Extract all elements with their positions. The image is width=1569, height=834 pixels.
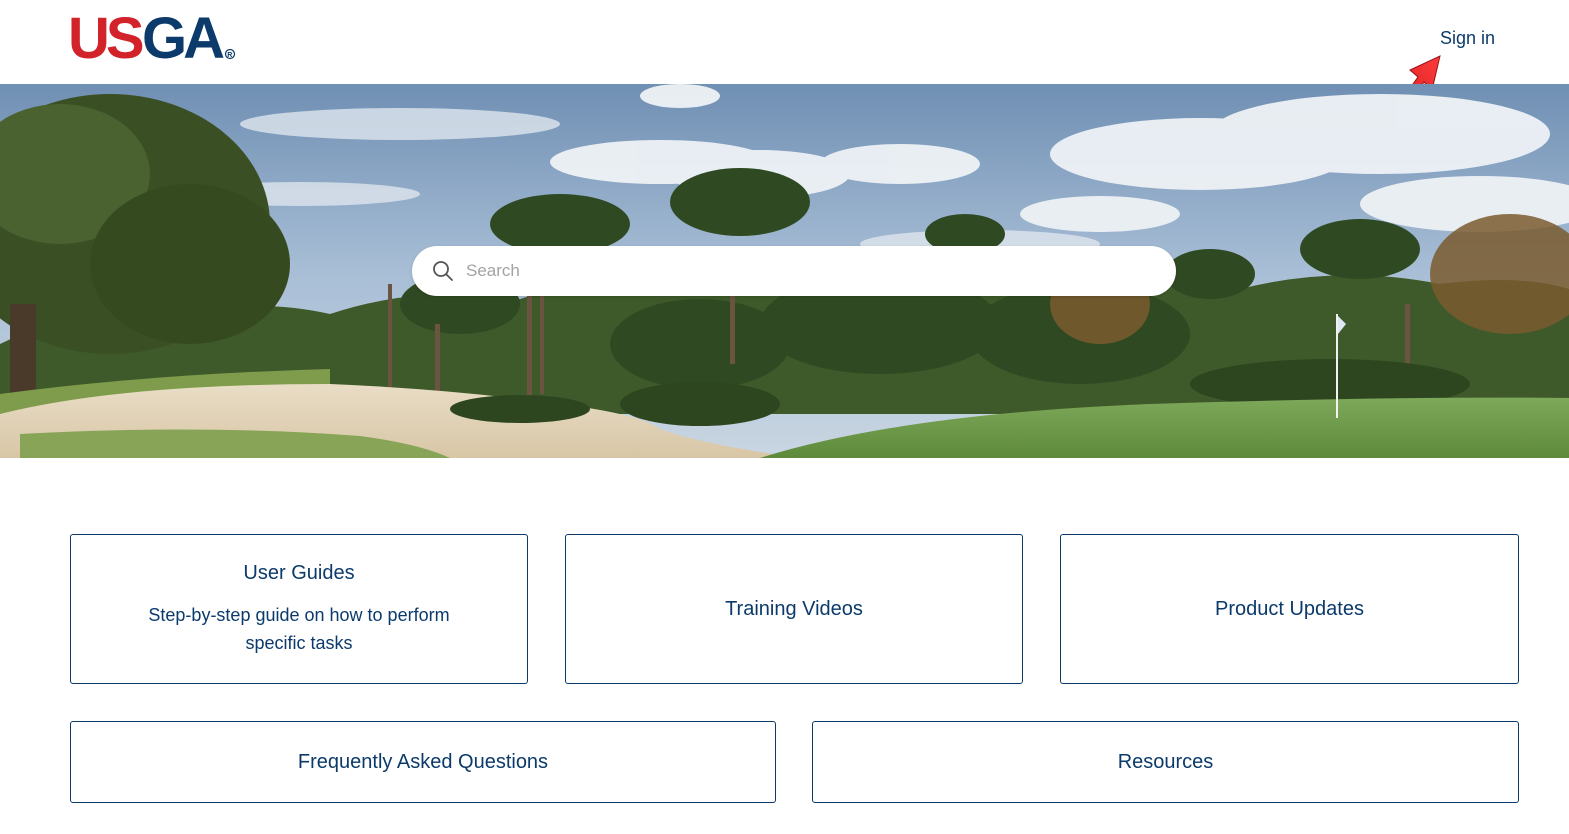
card-title: Resources xyxy=(1117,750,1214,773)
card-user-guides[interactable]: User Guides Step-by-step guide on how to… xyxy=(70,534,528,684)
sign-in-link[interactable]: Sign in xyxy=(1440,28,1495,49)
svg-text:R: R xyxy=(227,52,232,59)
hero-banner xyxy=(0,84,1569,458)
card-resources[interactable]: Resources xyxy=(812,721,1519,803)
search-bar[interactable] xyxy=(412,246,1176,296)
usga-logo[interactable]: US GA R xyxy=(68,8,238,64)
card-title: Frequently Asked Questions xyxy=(297,750,549,773)
search-icon xyxy=(430,258,456,284)
search-input[interactable] xyxy=(464,260,1144,282)
site-header: US GA R Sign in xyxy=(0,0,1569,84)
card-title: Training Videos xyxy=(725,597,863,620)
card-title: User Guides xyxy=(243,561,355,584)
card-description: Step-by-step guide on how to perform spe… xyxy=(148,604,450,653)
card-faq[interactable]: Frequently Asked Questions xyxy=(70,721,776,803)
svg-text:GA: GA xyxy=(142,8,224,64)
svg-text:US: US xyxy=(68,8,143,64)
card-training-videos[interactable]: Training Videos xyxy=(565,534,1023,684)
card-product-updates[interactable]: Product Updates xyxy=(1060,534,1519,684)
card-title: Product Updates xyxy=(1215,597,1364,620)
